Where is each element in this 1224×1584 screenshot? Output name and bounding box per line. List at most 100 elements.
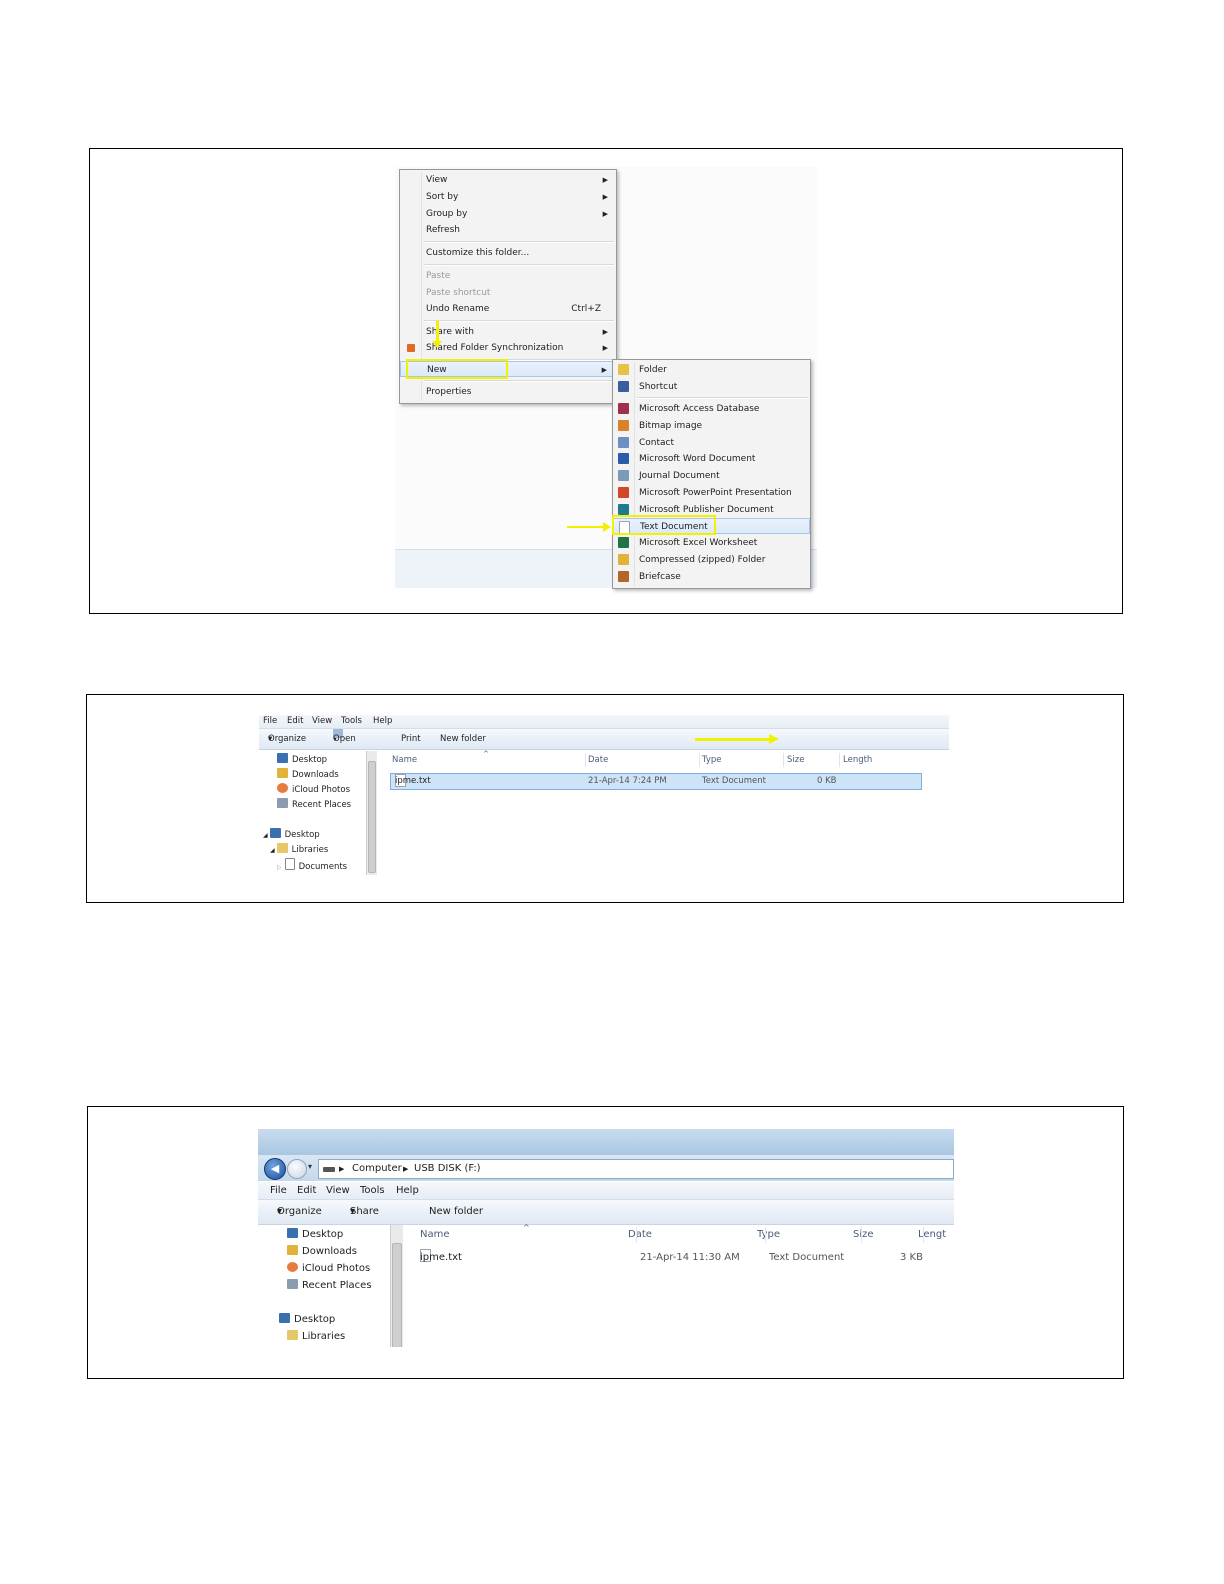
back-button[interactable]: ◀	[264, 1158, 286, 1180]
recent-places-icon	[277, 798, 288, 808]
downloads-icon	[277, 768, 288, 778]
desktop-icon	[279, 1313, 290, 1323]
menu-tools[interactable]: Tools	[341, 715, 362, 728]
menu-item-undo-rename[interactable]: Undo Rename Ctrl+Z	[400, 301, 616, 317]
submenu-item-bitmap-image[interactable]: Bitmap image	[613, 418, 810, 434]
nav-item-icloud-photos[interactable]: iCloud Photos	[277, 783, 350, 795]
submenu-arrow-icon: ▶	[602, 176, 608, 184]
nav-item-desktop[interactable]: Desktop	[287, 1228, 343, 1240]
column-name[interactable]: Name	[420, 1225, 450, 1245]
recent-pages-dropdown-icon[interactable]: ▾	[308, 1162, 312, 1171]
print-button[interactable]: Print	[401, 729, 421, 749]
file-date: 21-Apr-14 7:24 PM	[588, 776, 667, 786]
submenu-item-word-document[interactable]: Microsoft Word Document	[613, 451, 810, 467]
column-type[interactable]: Type	[757, 1225, 780, 1245]
file-type: Text Document	[769, 1252, 845, 1263]
menu-view[interactable]: View	[312, 715, 332, 728]
address-bar-row: ◀ ▾ ▶ Computer ▶ USB DISK (F:)	[258, 1155, 954, 1181]
submenu-item-excel-worksheet[interactable]: Microsoft Excel Worksheet	[613, 535, 810, 551]
nav-item-libraries[interactable]: Libraries	[287, 1330, 345, 1342]
screenshot-frame-explorer-2: ◀ ▾ ▶ Computer ▶ USB DISK (F:) File Edit…	[87, 1106, 1124, 1379]
nav-scrollbar[interactable]	[366, 751, 377, 875]
menu-file[interactable]: File	[263, 715, 277, 728]
bitmap-icon	[618, 420, 629, 431]
column-length[interactable]: Length	[843, 751, 872, 769]
submenu-arrow-icon: ▶	[602, 193, 608, 201]
sync-icon	[407, 344, 415, 352]
libraries-icon	[276, 843, 288, 853]
column-date[interactable]: Date	[588, 751, 608, 769]
menu-help[interactable]: Help	[396, 1182, 419, 1199]
icloud-photos-icon	[277, 783, 288, 793]
share-with-button[interactable]: Share with ▾	[350, 1200, 379, 1241]
explorer-window-1: File Edit View Tools Help Organize ▾ Ope…	[259, 715, 949, 875]
breadcrumb-computer[interactable]: Computer	[352, 1160, 402, 1178]
column-name[interactable]: Name	[392, 751, 417, 769]
scrollbar-thumb[interactable]	[392, 1243, 402, 1347]
submenu-item-access-database[interactable]: Microsoft Access Database	[613, 401, 810, 417]
menu-file[interactable]: File	[270, 1182, 287, 1199]
submenu-item-contact[interactable]: Contact	[613, 435, 810, 451]
new-submenu: Folder Shortcut Microsoft Access Databas…	[612, 359, 811, 589]
menu-item-properties[interactable]: Properties	[400, 384, 616, 400]
breadcrumb-separator-icon: ▶	[403, 1165, 409, 1173]
folder-icon	[618, 364, 629, 375]
column-size[interactable]: Size	[787, 751, 804, 769]
nav-item-recent-places[interactable]: Recent Places	[277, 798, 351, 810]
menu-item-refresh[interactable]: Refresh	[400, 222, 616, 238]
navigation-pane: Desktop Downloads iCloud Photos Recent P…	[259, 751, 369, 875]
menu-item-paste-shortcut[interactable]: Paste shortcut	[400, 285, 616, 301]
submenu-item-zipped-folder[interactable]: Compressed (zipped) Folder	[613, 552, 810, 568]
nav-scrollbar[interactable]	[390, 1225, 403, 1347]
breadcrumb-usb-disk[interactable]: USB DISK (F:)	[414, 1160, 481, 1178]
nav-item-desktop[interactable]: Desktop	[277, 753, 327, 765]
yellow-arrow-right-icon	[567, 526, 605, 528]
new-folder-button[interactable]: New folder	[440, 729, 486, 749]
menu-item-view[interactable]: View ▶	[400, 172, 616, 188]
menu-item-customize-folder[interactable]: Customize this folder...	[400, 245, 616, 261]
nav-item-desktop-root[interactable]: Desktop	[279, 1313, 335, 1325]
libraries-icon	[287, 1330, 298, 1340]
new-folder-button[interactable]: New folder	[429, 1200, 483, 1224]
submenu-item-powerpoint[interactable]: Microsoft PowerPoint Presentation	[613, 485, 810, 501]
menu-view[interactable]: View	[326, 1182, 350, 1199]
nav-item-desktop-root[interactable]: ◢ Desktop	[263, 828, 320, 840]
screenshot-frame-explorer-1: File Edit View Tools Help Organize ▾ Ope…	[86, 694, 1124, 903]
forward-button[interactable]	[287, 1159, 307, 1179]
nav-item-documents[interactable]: ▷ Documents	[277, 858, 347, 872]
submenu-arrow-icon: ▶	[602, 210, 608, 218]
desktop-icon	[287, 1228, 298, 1238]
submenu-item-briefcase[interactable]: Briefcase	[613, 569, 810, 585]
open-button[interactable]: Open ▾	[333, 729, 356, 749]
menu-edit[interactable]: Edit	[297, 1182, 316, 1199]
nav-item-recent-places[interactable]: Recent Places	[287, 1279, 372, 1291]
nav-item-icloud-photos[interactable]: iCloud Photos	[287, 1262, 370, 1274]
nav-item-downloads[interactable]: Downloads	[277, 768, 339, 780]
menu-item-paste[interactable]: Paste	[400, 268, 616, 284]
sort-indicator-icon: ^	[483, 750, 489, 758]
submenu-item-shortcut[interactable]: Shortcut	[613, 379, 810, 395]
menu-separator	[424, 264, 614, 266]
scrollbar-thumb[interactable]	[368, 761, 376, 873]
submenu-item-journal-document[interactable]: Journal Document	[613, 468, 810, 484]
address-bar[interactable]: ▶ Computer ▶ USB DISK (F:)	[318, 1159, 954, 1179]
column-type[interactable]: Type	[702, 751, 722, 769]
menu-item-group-by[interactable]: Group by ▶	[400, 206, 616, 222]
menu-item-sort-by[interactable]: Sort by ▶	[400, 189, 616, 205]
column-size[interactable]: Size	[853, 1225, 874, 1245]
file-row-ipme[interactable]: ipme.txt 21-Apr-14 11:30 AM Text Documen…	[416, 1249, 936, 1267]
file-row-ipme[interactable]: ipme.txt 21-Apr-14 7:24 PM Text Document…	[390, 773, 922, 790]
nav-item-libraries[interactable]: ◢ Libraries	[270, 843, 328, 855]
menu-edit[interactable]: Edit	[287, 715, 303, 728]
menu-tools[interactable]: Tools	[360, 1182, 385, 1199]
column-date[interactable]: Date	[628, 1225, 652, 1245]
nav-item-downloads[interactable]: Downloads	[287, 1245, 357, 1257]
organize-button[interactable]: Organize ▾	[268, 729, 306, 749]
column-headers: Name ^ Date Type Size Length	[377, 750, 949, 769]
menu-help[interactable]: Help	[373, 715, 392, 728]
menu-separator	[424, 241, 614, 243]
screenshot-frame-context-menu: View ▶ Sort by ▶ Group by ▶ Refresh Customi…	[89, 148, 1123, 614]
organize-button[interactable]: Organize ▾	[277, 1200, 322, 1224]
submenu-item-folder[interactable]: Folder	[613, 362, 810, 378]
menu-item-share-with[interactable]: Share with ▶	[400, 324, 616, 340]
